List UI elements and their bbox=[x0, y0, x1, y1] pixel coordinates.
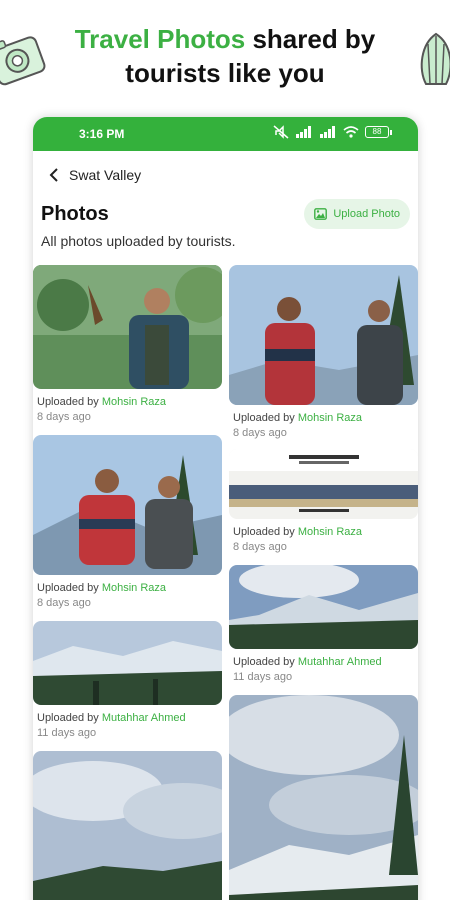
section-header: Photos All photos uploaded by tourists. … bbox=[33, 199, 418, 265]
photo-card[interactable] bbox=[33, 751, 222, 900]
photo-card[interactable]: Uploaded by Mutahhar Ahmed 11 days ago bbox=[229, 565, 418, 683]
page-title: Photos bbox=[41, 203, 109, 225]
photo-thumbnail[interactable] bbox=[229, 695, 418, 900]
phone-screen: 3:16 PM 88 Swat Valley Photos All photos… bbox=[33, 117, 418, 900]
upload-time: 8 days ago bbox=[233, 541, 287, 553]
promo-header: Travel Photos shared by tourists like yo… bbox=[0, 0, 450, 110]
wifi-icon bbox=[343, 126, 359, 138]
image-icon bbox=[314, 208, 328, 220]
uploaded-by-prefix: Uploaded by bbox=[233, 412, 298, 424]
status-time: 3:16 PM bbox=[79, 127, 125, 141]
promo-title-rest: shared by bbox=[245, 24, 376, 54]
photo-thumbnail[interactable] bbox=[229, 449, 418, 519]
uploader-name[interactable]: Mohsin Raza bbox=[298, 526, 362, 538]
promo-title-accent: Travel Photos bbox=[74, 24, 246, 54]
uploader-name[interactable]: Mohsin Raza bbox=[102, 396, 166, 408]
signal-icon-2 bbox=[320, 126, 335, 138]
photo-card[interactable]: Uploaded by Mohsin Raza 8 days ago bbox=[229, 265, 418, 439]
uploaded-by: Uploaded by Mohsin Raza bbox=[37, 396, 222, 408]
battery-icon: 88 bbox=[365, 126, 392, 138]
photo-card[interactable]: Uploaded by Mohsin Raza 8 days ago bbox=[229, 449, 418, 553]
photo-thumbnail[interactable] bbox=[229, 265, 418, 405]
uploaded-by-prefix: Uploaded by bbox=[37, 396, 102, 408]
photo-card[interactable]: Uploaded by Mohsin Raza 8 days ago bbox=[33, 435, 222, 609]
photo-thumbnail[interactable] bbox=[33, 751, 222, 900]
photo-card[interactable]: Uploaded by Mutahhar Ahmed 11 days ago bbox=[33, 621, 222, 739]
status-bar: 3:16 PM 88 bbox=[33, 117, 418, 151]
upload-time: 8 days ago bbox=[233, 427, 287, 439]
photo-card[interactable] bbox=[229, 695, 418, 900]
appbar-title: Swat Valley bbox=[69, 167, 142, 183]
status-icons: 88 bbox=[273, 125, 392, 139]
page-subtitle: All photos uploaded by tourists. bbox=[41, 233, 236, 249]
photo-thumbnail[interactable] bbox=[33, 621, 222, 705]
promo-title: Travel Photos shared by tourists like yo… bbox=[60, 22, 390, 90]
back-arrow-icon[interactable] bbox=[45, 166, 63, 184]
upload-time: 8 days ago bbox=[37, 597, 91, 609]
upload-photo-label: Upload Photo bbox=[333, 208, 400, 220]
photo-thumbnail[interactable] bbox=[33, 265, 222, 389]
uploaded-by-prefix: Uploaded by bbox=[37, 582, 102, 594]
app-bar: Swat Valley bbox=[33, 151, 418, 199]
photo-card[interactable]: Uploaded by Mohsin Raza 8 days ago bbox=[33, 265, 222, 423]
camera-icon bbox=[0, 36, 46, 86]
battery-level: 88 bbox=[372, 127, 382, 136]
uploader-name[interactable]: Mutahhar Ahmed bbox=[102, 712, 186, 724]
uploader-name[interactable]: Mohsin Raza bbox=[298, 412, 362, 424]
uploaded-by-prefix: Uploaded by bbox=[37, 712, 102, 724]
mute-icon bbox=[273, 125, 289, 139]
uploader-name[interactable]: Mohsin Raza bbox=[102, 582, 166, 594]
upload-time: 8 days ago bbox=[37, 411, 91, 423]
signal-icon bbox=[296, 126, 311, 138]
photo-thumbnail[interactable] bbox=[229, 565, 418, 649]
upload-time: 11 days ago bbox=[37, 727, 97, 739]
uploaded-by-prefix: Uploaded by bbox=[233, 526, 298, 538]
uploaded-by: Uploaded by Mohsin Raza bbox=[233, 412, 418, 424]
uploaded-by-prefix: Uploaded by bbox=[233, 656, 298, 668]
upload-time: 11 days ago bbox=[233, 671, 293, 683]
uploader-name[interactable]: Mutahhar Ahmed bbox=[298, 656, 382, 668]
shell-icon bbox=[420, 32, 450, 85]
upload-photo-button[interactable]: Upload Photo bbox=[304, 199, 410, 229]
uploaded-by: Uploaded by Mutahhar Ahmed bbox=[37, 712, 222, 724]
uploaded-by: Uploaded by Mutahhar Ahmed bbox=[233, 656, 418, 668]
photo-thumbnail[interactable] bbox=[33, 435, 222, 575]
uploaded-by: Uploaded by Mohsin Raza bbox=[37, 582, 222, 594]
promo-title-line2: tourists like you bbox=[125, 58, 325, 88]
uploaded-by: Uploaded by Mohsin Raza bbox=[233, 526, 418, 538]
